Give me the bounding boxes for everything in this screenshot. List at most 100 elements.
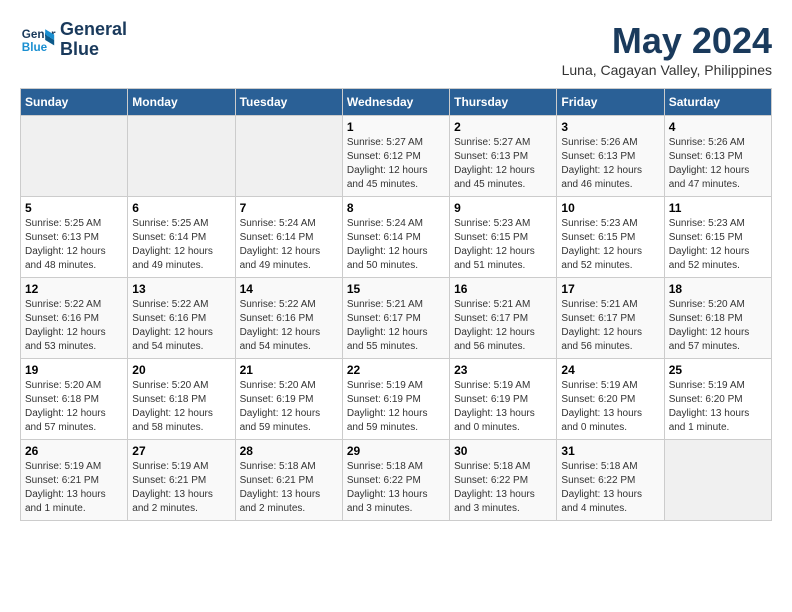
calendar-cell: 17 Sunrise: 5:21 AM Sunset: 6:17 PM Dayli… (557, 278, 664, 359)
calendar-cell: 24Sunrise: 5:19 AM Sunset: 6:20 PM Dayli… (557, 359, 664, 440)
calendar-week-row: 19Sunrise: 5:20 AM Sunset: 6:18 PM Dayli… (21, 359, 772, 440)
calendar-week-row: 5 Sunrise: 5:25 AM Sunset: 6:13 PM Daylig… (21, 197, 772, 278)
day-info: Sunrise: 5:22 AM Sunset: 6:16 PM Dayligh… (25, 298, 123, 354)
calendar-cell: 2Sunrise: 5:27 AM Sunset: 6:13 PM Daylig… (450, 116, 557, 197)
day-info: Sunrise: 5:26 AM Sunset: 6:13 PM Dayligh… (669, 136, 767, 192)
logo-text: General Blue (60, 20, 127, 60)
day-info: Sunrise: 5:21 AM Sunset: 6:17 PM Dayligh… (347, 298, 445, 354)
calendar-cell: 6 Sunrise: 5:25 AM Sunset: 6:14 PM Daylig… (128, 197, 235, 278)
day-number: 25 (669, 363, 767, 377)
day-header-tuesday: Tuesday (235, 89, 342, 116)
calendar-cell (21, 116, 128, 197)
calendar-table: SundayMondayTuesdayWednesdayThursdayFrid… (20, 88, 772, 521)
calendar-cell: 13Sunrise: 5:22 AM Sunset: 6:16 PM Dayli… (128, 278, 235, 359)
day-number: 28 (240, 444, 338, 458)
title-section: May 2024 Luna, Cagayan Valley, Philippin… (562, 20, 772, 78)
day-info: Sunrise: 5:18 AM Sunset: 6:22 PM Dayligh… (561, 460, 659, 516)
day-header-sunday: Sunday (21, 89, 128, 116)
day-number: 31 (561, 444, 659, 458)
day-number: 30 (454, 444, 552, 458)
day-info: Sunrise: 5:19 AM Sunset: 6:21 PM Dayligh… (25, 460, 123, 516)
day-info: Sunrise: 5:25 AM Sunset: 6:13 PM Dayligh… (25, 217, 123, 273)
day-number: 4 (669, 120, 767, 134)
page-header: General Blue General Blue May 2024 Luna,… (20, 20, 772, 78)
day-header-saturday: Saturday (664, 89, 771, 116)
calendar-cell: 20 Sunrise: 5:20 AM Sunset: 6:18 PM Dayli… (128, 359, 235, 440)
calendar-cell: 28 Sunrise: 5:18 AM Sunset: 6:21 PM Dayli… (235, 440, 342, 521)
calendar-cell: 12 Sunrise: 5:22 AM Sunset: 6:16 PM Dayli… (21, 278, 128, 359)
day-info: Sunrise: 5:20 AM Sunset: 6:19 PM Dayligh… (240, 379, 338, 435)
day-number: 11 (669, 201, 767, 215)
day-number: 10 (561, 201, 659, 215)
day-number: 20 (132, 363, 230, 377)
day-info: Sunrise: 5:19 AM Sunset: 6:20 PM Dayligh… (669, 379, 767, 435)
day-info: Sunrise: 5:19 AM Sunset: 6:19 PM Dayligh… (347, 379, 445, 435)
day-info: Sunrise: 5:24 AM Sunset: 6:14 PM Dayligh… (347, 217, 445, 273)
day-number: 26 (25, 444, 123, 458)
svg-text:Blue: Blue (22, 41, 48, 54)
day-number: 29 (347, 444, 445, 458)
calendar-cell: 16 Sunrise: 5:21 AM Sunset: 6:17 PM Dayli… (450, 278, 557, 359)
day-info: Sunrise: 5:18 AM Sunset: 6:22 PM Dayligh… (454, 460, 552, 516)
logo-icon: General Blue (20, 22, 56, 58)
calendar-cell: 4 Sunrise: 5:26 AM Sunset: 6:13 PM Daylig… (664, 116, 771, 197)
main-title: May 2024 (562, 20, 772, 62)
calendar-cell: 3 Sunrise: 5:26 AM Sunset: 6:13 PM Daylig… (557, 116, 664, 197)
calendar-cell: 14 Sunrise: 5:22 AM Sunset: 6:16 PM Dayli… (235, 278, 342, 359)
calendar-cell: 7Sunrise: 5:24 AM Sunset: 6:14 PM Daylig… (235, 197, 342, 278)
calendar-cell: 8 Sunrise: 5:24 AM Sunset: 6:14 PM Daylig… (342, 197, 449, 278)
calendar-cell (128, 116, 235, 197)
day-number: 15 (347, 282, 445, 296)
calendar-cell (664, 440, 771, 521)
day-info: Sunrise: 5:19 AM Sunset: 6:21 PM Dayligh… (132, 460, 230, 516)
day-number: 9 (454, 201, 552, 215)
calendar-header-row: SundayMondayTuesdayWednesdayThursdayFrid… (21, 89, 772, 116)
day-number: 8 (347, 201, 445, 215)
calendar-cell: 10 Sunrise: 5:23 AM Sunset: 6:15 PM Dayli… (557, 197, 664, 278)
calendar-week-row: 1Sunrise: 5:27 AM Sunset: 6:12 PM Daylig… (21, 116, 772, 197)
day-info: Sunrise: 5:26 AM Sunset: 6:13 PM Dayligh… (561, 136, 659, 192)
calendar-cell: 11 Sunrise: 5:23 AM Sunset: 6:15 PM Dayli… (664, 197, 771, 278)
logo: General Blue General Blue (20, 20, 127, 60)
day-info: Sunrise: 5:23 AM Sunset: 6:15 PM Dayligh… (454, 217, 552, 273)
day-info: Sunrise: 5:27 AM Sunset: 6:13 PM Dayligh… (454, 136, 552, 192)
calendar-cell: 31 Sunrise: 5:18 AM Sunset: 6:22 PM Dayli… (557, 440, 664, 521)
day-number: 7 (240, 201, 338, 215)
calendar-cell: 15 Sunrise: 5:21 AM Sunset: 6:17 PM Dayli… (342, 278, 449, 359)
day-info: Sunrise: 5:23 AM Sunset: 6:15 PM Dayligh… (669, 217, 767, 273)
day-number: 24 (561, 363, 659, 377)
day-info: Sunrise: 5:18 AM Sunset: 6:21 PM Dayligh… (240, 460, 338, 516)
day-number: 3 (561, 120, 659, 134)
calendar-week-row: 26 Sunrise: 5:19 AM Sunset: 6:21 PM Dayli… (21, 440, 772, 521)
calendar-week-row: 12 Sunrise: 5:22 AM Sunset: 6:16 PM Dayli… (21, 278, 772, 359)
calendar-cell: 19Sunrise: 5:20 AM Sunset: 6:18 PM Dayli… (21, 359, 128, 440)
day-info: Sunrise: 5:25 AM Sunset: 6:14 PM Dayligh… (132, 217, 230, 273)
calendar-cell: 9 Sunrise: 5:23 AM Sunset: 6:15 PM Daylig… (450, 197, 557, 278)
day-number: 27 (132, 444, 230, 458)
day-info: Sunrise: 5:20 AM Sunset: 6:18 PM Dayligh… (132, 379, 230, 435)
calendar-cell: 21Sunrise: 5:20 AM Sunset: 6:19 PM Dayli… (235, 359, 342, 440)
calendar-cell: 18Sunrise: 5:20 AM Sunset: 6:18 PM Dayli… (664, 278, 771, 359)
day-number: 14 (240, 282, 338, 296)
day-info: Sunrise: 5:19 AM Sunset: 6:19 PM Dayligh… (454, 379, 552, 435)
calendar-cell: 30 Sunrise: 5:18 AM Sunset: 6:22 PM Dayli… (450, 440, 557, 521)
day-header-wednesday: Wednesday (342, 89, 449, 116)
day-info: Sunrise: 5:21 AM Sunset: 6:17 PM Dayligh… (454, 298, 552, 354)
day-info: Sunrise: 5:22 AM Sunset: 6:16 PM Dayligh… (240, 298, 338, 354)
subtitle: Luna, Cagayan Valley, Philippines (562, 62, 772, 78)
day-number: 13 (132, 282, 230, 296)
calendar-cell: 26 Sunrise: 5:19 AM Sunset: 6:21 PM Dayli… (21, 440, 128, 521)
day-number: 16 (454, 282, 552, 296)
day-info: Sunrise: 5:21 AM Sunset: 6:17 PM Dayligh… (561, 298, 659, 354)
day-number: 6 (132, 201, 230, 215)
day-info: Sunrise: 5:23 AM Sunset: 6:15 PM Dayligh… (561, 217, 659, 273)
day-header-thursday: Thursday (450, 89, 557, 116)
day-info: Sunrise: 5:20 AM Sunset: 6:18 PM Dayligh… (669, 298, 767, 354)
day-number: 5 (25, 201, 123, 215)
day-number: 17 (561, 282, 659, 296)
calendar-cell: 29Sunrise: 5:18 AM Sunset: 6:22 PM Dayli… (342, 440, 449, 521)
day-number: 23 (454, 363, 552, 377)
calendar-cell: 25 Sunrise: 5:19 AM Sunset: 6:20 PM Dayli… (664, 359, 771, 440)
calendar-cell (235, 116, 342, 197)
day-number: 12 (25, 282, 123, 296)
